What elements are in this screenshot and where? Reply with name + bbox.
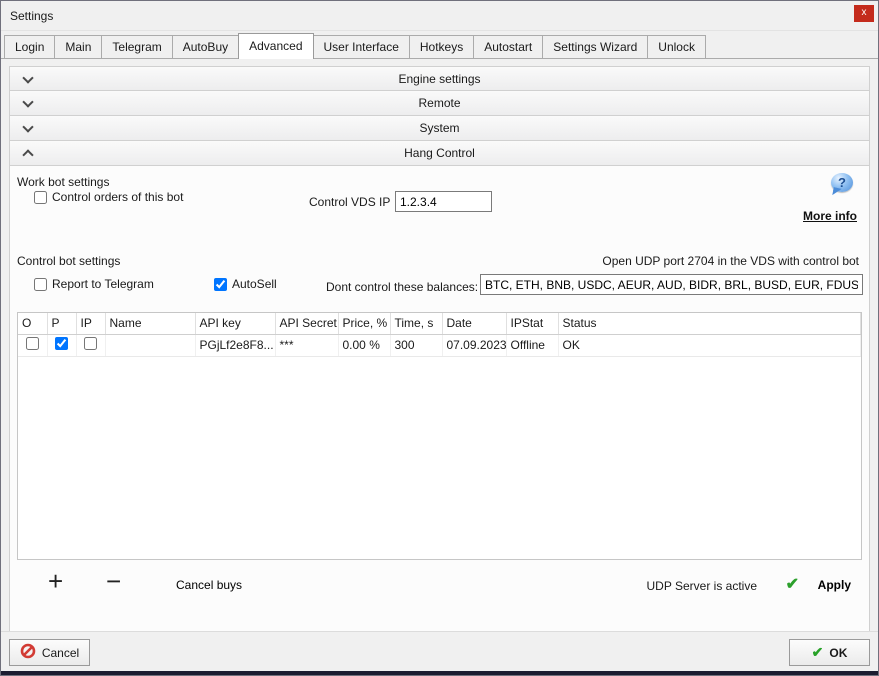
question-glyph: ? bbox=[838, 175, 846, 190]
panel-footer: + − Cancel buys UDP Server is active ✔ A… bbox=[10, 570, 869, 606]
close-button[interactable]: x bbox=[854, 5, 874, 22]
section-header-system[interactable]: System bbox=[9, 116, 870, 141]
cancel-button-label: Cancel bbox=[42, 646, 79, 660]
control-orders-label: Control orders of this bot bbox=[52, 190, 183, 204]
control-vds-ip-input[interactable] bbox=[395, 191, 492, 212]
autosell-option: AutoSell bbox=[214, 277, 277, 291]
cell-price: 0.00 % bbox=[338, 334, 390, 356]
autosell-checkbox[interactable] bbox=[214, 278, 227, 291]
table-row[interactable]: PGjLf2e8F8... *** 0.00 % 300 07.09.2023 … bbox=[18, 334, 861, 356]
section-header-remote[interactable]: Remote bbox=[9, 91, 870, 116]
cell-time: 300 bbox=[390, 334, 442, 356]
report-to-telegram-checkbox[interactable] bbox=[34, 278, 47, 291]
section-header-hang-control[interactable]: Hang Control bbox=[9, 141, 870, 166]
work-bot-settings-title: Work bot settings bbox=[17, 175, 109, 189]
ok-button[interactable]: ✔ OK bbox=[789, 639, 870, 666]
settings-window: Settings x Login Main Telegram AutoBuy A… bbox=[0, 0, 879, 676]
section-label: Remote bbox=[418, 96, 460, 110]
row-ip-checkbox[interactable] bbox=[84, 337, 97, 350]
tab-autobuy[interactable]: AutoBuy bbox=[172, 35, 239, 58]
control-bot-settings-title: Control bot settings bbox=[17, 254, 120, 268]
close-icon: x bbox=[862, 7, 867, 18]
control-orders-checkbox[interactable] bbox=[34, 191, 47, 204]
autosell-label: AutoSell bbox=[232, 277, 277, 291]
tab-settings-wizard[interactable]: Settings Wizard bbox=[542, 35, 648, 58]
tab-telegram[interactable]: Telegram bbox=[101, 35, 172, 58]
report-to-telegram-option: Report to Telegram bbox=[34, 277, 154, 291]
report-to-telegram-label: Report to Telegram bbox=[52, 277, 154, 291]
hang-control-panel: Work bot settings Control orders of this… bbox=[9, 166, 870, 633]
dialog-button-bar: Cancel ✔ OK bbox=[1, 631, 878, 675]
tab-advanced[interactable]: Advanced bbox=[238, 33, 313, 59]
tab-bar: Login Main Telegram AutoBuy Advanced Use… bbox=[1, 31, 878, 59]
section-label: Hang Control bbox=[404, 146, 475, 160]
tab-main[interactable]: Main bbox=[54, 35, 102, 58]
window-title: Settings bbox=[10, 9, 53, 23]
tab-autostart[interactable]: Autostart bbox=[473, 35, 543, 58]
column-header-o[interactable]: O bbox=[18, 313, 47, 334]
settings-sections: Engine settings Remote System Hang Contr… bbox=[9, 66, 870, 633]
udp-server-status-text: UDP Server is active bbox=[647, 579, 757, 593]
cell-api-key: PGjLf2e8F8... bbox=[195, 334, 275, 356]
column-header-price[interactable]: Price, % bbox=[338, 313, 390, 334]
tab-login[interactable]: Login bbox=[4, 35, 55, 58]
column-header-name[interactable]: Name bbox=[105, 313, 195, 334]
more-info-link[interactable]: More info bbox=[803, 209, 857, 223]
cancel-button[interactable]: Cancel bbox=[9, 639, 90, 666]
table-header-row: O P IP Name API key API Secret Price, % … bbox=[18, 313, 861, 334]
ok-button-label: OK bbox=[829, 646, 847, 660]
chevron-down-icon bbox=[22, 96, 33, 107]
help-icon[interactable]: ? bbox=[831, 173, 853, 192]
row-o-checkbox[interactable] bbox=[26, 337, 39, 350]
cell-ipstat: Offline bbox=[506, 334, 558, 356]
add-bot-button[interactable]: + bbox=[48, 566, 63, 597]
tab-hotkeys[interactable]: Hotkeys bbox=[409, 35, 474, 58]
cancel-prohibition-icon bbox=[20, 643, 36, 662]
chevron-down-icon bbox=[22, 72, 33, 83]
section-header-engine-settings[interactable]: Engine settings bbox=[9, 66, 870, 91]
window-bottom-edge bbox=[1, 671, 878, 675]
column-header-status[interactable]: Status bbox=[558, 313, 861, 334]
section-label: System bbox=[419, 121, 459, 135]
column-header-api-key[interactable]: API key bbox=[195, 313, 275, 334]
titlebar: Settings x bbox=[1, 1, 878, 31]
column-header-ipstat[interactable]: IPStat bbox=[506, 313, 558, 334]
udp-port-note: Open UDP port 2704 in the VDS with contr… bbox=[602, 254, 859, 268]
control-vds-ip-label: Control VDS IP bbox=[309, 195, 390, 209]
remove-bot-button[interactable]: − bbox=[106, 566, 121, 597]
column-header-time[interactable]: Time, s bbox=[390, 313, 442, 334]
cell-status: OK bbox=[558, 334, 861, 356]
column-header-date[interactable]: Date bbox=[442, 313, 506, 334]
control-orders-option: Control orders of this bot bbox=[34, 190, 183, 204]
apply-button[interactable]: Apply bbox=[818, 578, 851, 592]
column-header-p[interactable]: P bbox=[47, 313, 76, 334]
cancel-buys-button[interactable]: Cancel buys bbox=[176, 578, 242, 592]
column-header-api-secret[interactable]: API Secret bbox=[275, 313, 338, 334]
chevron-down-icon bbox=[22, 121, 33, 132]
ok-check-icon: ✔ bbox=[812, 644, 824, 661]
cell-name bbox=[105, 334, 195, 356]
tab-unlock[interactable]: Unlock bbox=[647, 35, 706, 58]
cell-api-secret: *** bbox=[275, 334, 338, 356]
udp-active-check-icon: ✔ bbox=[786, 574, 799, 594]
tab-user-interface[interactable]: User Interface bbox=[313, 35, 410, 58]
section-label: Engine settings bbox=[398, 72, 480, 86]
row-p-checkbox[interactable] bbox=[55, 337, 68, 350]
balances-input[interactable] bbox=[480, 274, 863, 295]
cell-date: 07.09.2023 bbox=[442, 334, 506, 356]
balances-label: Dont control these balances: bbox=[326, 280, 478, 294]
chevron-up-icon bbox=[22, 149, 33, 160]
control-bots-table: O P IP Name API key API Secret Price, % … bbox=[17, 312, 862, 560]
column-header-ip[interactable]: IP bbox=[76, 313, 105, 334]
